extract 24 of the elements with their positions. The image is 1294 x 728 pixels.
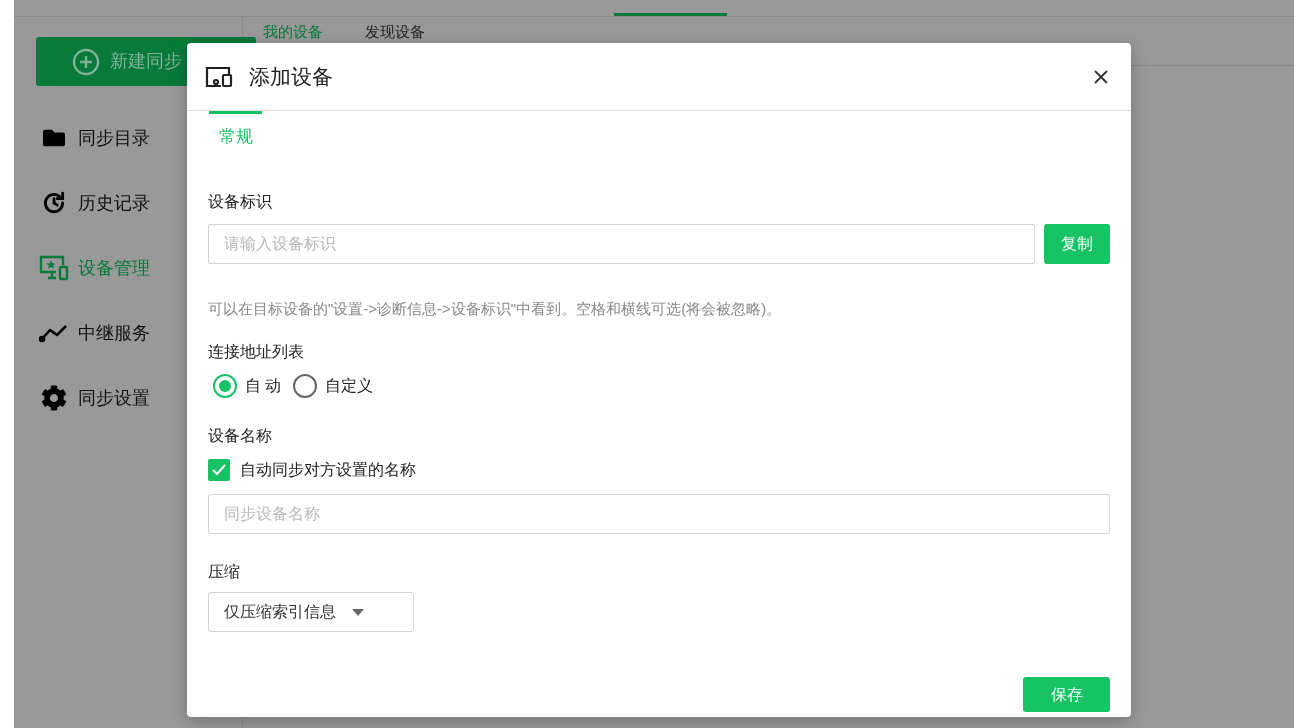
field-label: 设备名称 [208, 426, 273, 446]
radio-button[interactable] [213, 374, 237, 398]
field-label: 连接地址列表 [208, 342, 305, 362]
line-chart-icon [39, 323, 69, 343]
device-tab[interactable]: 发现设备 [365, 23, 425, 41]
checkbox-label: 自动同步对方设置的名称 [240, 460, 416, 480]
plus-circle-icon [72, 47, 100, 76]
compression-dropdown[interactable]: 仅压缩索引信息 [208, 592, 414, 632]
close-icon [1094, 69, 1108, 84]
caret-icon [352, 608, 364, 616]
settings-icon [41, 385, 67, 411]
hint-text: 可以在目标设备的"设置->诊断信息->设备标识"中看到。空格和横线可选(将会被忽略)。 [208, 298, 783, 319]
devices-icon [38, 254, 70, 282]
history-icon [41, 190, 67, 216]
radio-option[interactable]: 自定义 [293, 374, 374, 398]
check-icon [212, 464, 226, 476]
checkbox[interactable] [208, 459, 230, 481]
device-name-field[interactable]: 同步设备名称 [208, 494, 1110, 534]
device-id-field[interactable]: 请输入设备标识 [208, 223, 1035, 264]
field-label: 设备标识 [208, 191, 273, 212]
radio-button[interactable] [293, 374, 318, 398]
field-label: 压缩 [208, 562, 241, 582]
devices-icon [205, 65, 235, 88]
folder-icon [41, 127, 67, 149]
